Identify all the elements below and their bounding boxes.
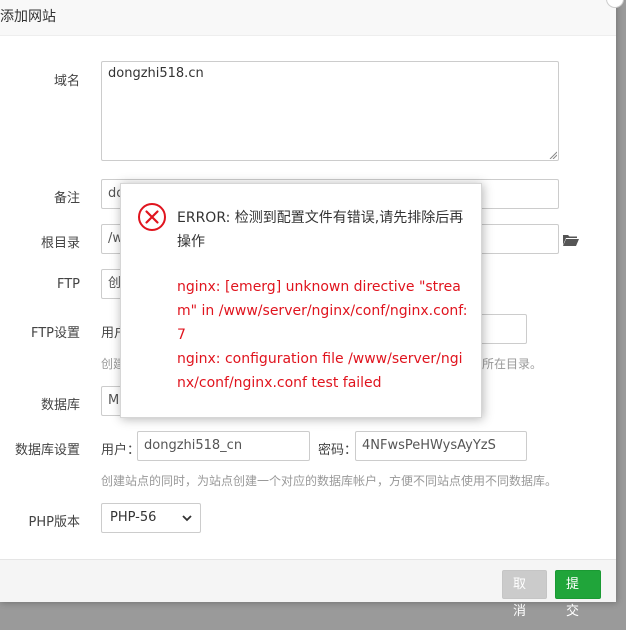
domain-textarea[interactable]: dongzhi518.cn	[101, 61, 559, 161]
db-user-label: 用户：	[101, 443, 141, 458]
php-version-select[interactable]: PHP-56	[101, 503, 201, 533]
chevron-down-icon	[182, 515, 192, 522]
db-user-input[interactable]: dongzhi518_cn	[137, 431, 310, 461]
database-value: M	[108, 393, 120, 408]
domain-value: dongzhi518.cn	[108, 66, 204, 81]
error-message-box: ERROR: 检测到配置文件有错误,请先排除后再操作 nginx: [emerg…	[120, 183, 482, 418]
db-password-label: 密码：	[318, 443, 358, 458]
dialog-footer: 取消 提交	[0, 559, 616, 619]
php-label: PHP版本	[28, 515, 80, 530]
ftp-password-input[interactable]	[480, 314, 527, 344]
db-password-input[interactable]: 4NFwsPeHWysAyYzS	[355, 431, 527, 461]
ftp-label: FTP	[56, 277, 80, 292]
php-version-value: PHP-56	[110, 510, 157, 525]
resize-handle-icon[interactable]	[549, 151, 557, 159]
dialog-title: 添加网站	[0, 0, 616, 36]
folder-icon[interactable]	[563, 234, 579, 246]
error-detail-line-1: nginx: [emerg] unknown directive "stream…	[177, 279, 468, 343]
database-label: 数据库	[40, 398, 80, 413]
submit-button[interactable]: 提交	[555, 570, 601, 619]
domain-label: 域名	[53, 74, 80, 89]
root-label: 根目录	[40, 236, 80, 251]
remark-label: 备注	[53, 191, 80, 206]
ftp-hint-right: 所在目录。	[482, 357, 543, 371]
db-settings-label: 数据库设置	[14, 443, 80, 458]
db-password-value: 4NFwsPeHWysAyYzS	[362, 438, 496, 453]
db-hint: 创建站点的同时，为站点创建一个对应的数据库帐户，方便不同站点使用不同数据库。	[101, 474, 558, 488]
cancel-button[interactable]: 取消	[502, 570, 547, 619]
db-user-value: dongzhi518_cn	[144, 438, 243, 453]
error-title: ERROR: 检测到配置文件有错误,请先排除后再操作	[177, 210, 464, 250]
error-detail-line-2: nginx: configuration file /www/server/ng…	[177, 351, 463, 391]
ftp-settings-label: FTP设置	[30, 326, 80, 341]
error-detail: nginx: [emerg] unknown directive "stream…	[177, 275, 469, 395]
error-x-circle-icon	[138, 203, 166, 231]
